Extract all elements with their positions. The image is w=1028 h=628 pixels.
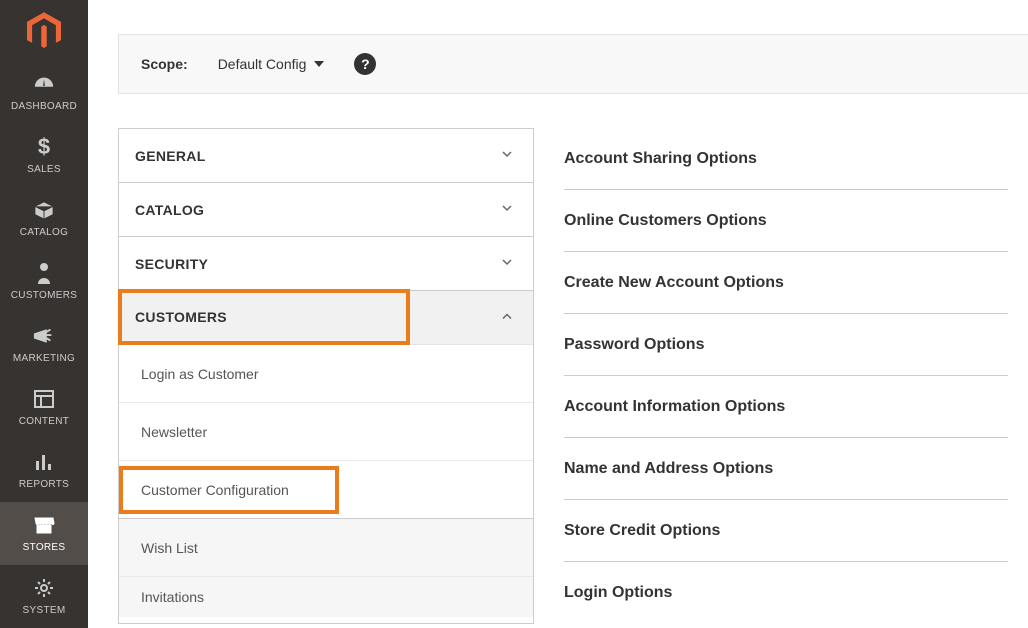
config-section-security[interactable]: SECURITY <box>119 237 533 291</box>
chart-icon <box>4 449 84 475</box>
setting-group-title: Password Options <box>564 336 704 354</box>
setting-group-name-address[interactable]: Name and Address Options <box>564 438 1008 500</box>
magento-logo[interactable] <box>0 0 88 61</box>
highlight-customers: CUSTOMERS <box>118 289 410 345</box>
setting-group-account-information[interactable]: Account Information Options <box>564 376 1008 438</box>
setting-group-title: Account Information Options <box>564 398 785 416</box>
sidebar-item-system[interactable]: SYSTEM <box>0 565 88 628</box>
config-navigation: GENERAL CATALOG SECURITY CUSTOMERS Login <box>118 128 534 624</box>
sidebar-item-label: REPORTS <box>4 479 84 490</box>
highlight-customer-configuration: Customer Configuration <box>119 466 339 514</box>
sidebar-item-marketing[interactable]: MARKETING <box>0 313 88 376</box>
scope-label: Scope: <box>141 56 188 72</box>
scope-value: Default Config <box>218 56 307 72</box>
sidebar-item-catalog[interactable]: CATALOG <box>0 187 88 250</box>
chevron-down-icon <box>499 254 515 273</box>
sub-item-label: Login as Customer <box>141 366 259 382</box>
gear-icon <box>4 575 84 601</box>
dollar-icon: $ <box>4 134 84 160</box>
sidebar-item-dashboard[interactable]: DASHBOARD <box>0 61 88 124</box>
setting-group-password[interactable]: Password Options <box>564 314 1008 376</box>
sidebar-item-label: CONTENT <box>4 416 84 427</box>
setting-group-create-new-account[interactable]: Create New Account Options <box>564 252 1008 314</box>
sidebar-item-label: CUSTOMERS <box>4 290 84 301</box>
setting-group-title: Name and Address Options <box>564 460 773 478</box>
sub-item-label: Invitations <box>141 589 204 605</box>
sidebar-item-stores[interactable]: STORES <box>0 502 88 565</box>
admin-sidebar: DASHBOARD $ SALES CATALOG CUSTOMERS MARK… <box>0 0 88 628</box>
chevron-up-icon <box>499 308 515 327</box>
caret-down-icon <box>314 61 324 67</box>
chevron-down-icon <box>499 146 515 165</box>
sidebar-item-label: SYSTEM <box>4 605 84 616</box>
config-section-catalog[interactable]: CATALOG <box>119 183 533 237</box>
sidebar-item-content[interactable]: CONTENT <box>0 376 88 439</box>
setting-group-login[interactable]: Login Options <box>564 562 1008 624</box>
setting-group-online-customers[interactable]: Online Customers Options <box>564 190 1008 252</box>
setting-group-title: Store Credit Options <box>564 522 720 540</box>
box-icon <box>4 197 84 223</box>
setting-group-store-credit[interactable]: Store Credit Options <box>564 500 1008 562</box>
setting-group-title: Login Options <box>564 584 672 602</box>
sidebar-item-customers[interactable]: CUSTOMERS <box>0 250 88 313</box>
section-title: GENERAL <box>135 148 206 164</box>
sidebar-item-label: SALES <box>4 164 84 175</box>
setting-group-title: Online Customers Options <box>564 212 767 230</box>
sidebar-item-label: CATALOG <box>4 227 84 238</box>
sub-item-label: Newsletter <box>141 424 207 440</box>
sidebar-item-label: DASHBOARD <box>4 101 84 112</box>
scope-select[interactable]: Default Config <box>218 56 325 72</box>
sidebar-item-label: STORES <box>4 542 84 553</box>
config-section-general[interactable]: GENERAL <box>119 129 533 183</box>
chevron-down-icon <box>499 200 515 219</box>
person-icon <box>4 260 84 286</box>
sub-item-newsletter[interactable]: Newsletter <box>119 403 533 461</box>
sub-item-customer-configuration[interactable]: Customer Configuration <box>119 461 533 519</box>
setting-group-account-sharing[interactable]: Account Sharing Options <box>564 128 1008 190</box>
dashboard-icon <box>4 71 84 97</box>
section-title: CUSTOMERS <box>135 309 227 325</box>
section-title: SECURITY <box>135 256 208 272</box>
scope-bar: Scope: Default Config ? <box>118 34 1028 94</box>
sub-item-label: Wish List <box>141 540 198 556</box>
settings-groups: Account Sharing Options Online Customers… <box>564 128 1028 624</box>
sidebar-item-label: MARKETING <box>4 353 84 364</box>
layout-icon <box>4 386 84 412</box>
config-section-customers[interactable]: CUSTOMERS <box>119 291 533 345</box>
sub-item-label: Customer Configuration <box>141 482 289 498</box>
section-title: CATALOG <box>135 202 204 218</box>
megaphone-icon <box>4 323 84 349</box>
sidebar-item-reports[interactable]: REPORTS <box>0 439 88 502</box>
sub-item-login-as-customer[interactable]: Login as Customer <box>119 345 533 403</box>
customers-sub-list: Login as Customer Newsletter Customer Co… <box>119 345 533 617</box>
sub-item-wish-list[interactable]: Wish List <box>119 519 533 577</box>
help-icon[interactable]: ? <box>354 53 376 75</box>
store-icon <box>4 512 84 538</box>
magento-logo-icon <box>27 12 61 50</box>
setting-group-title: Create New Account Options <box>564 274 784 292</box>
sidebar-item-sales[interactable]: $ SALES <box>0 124 88 187</box>
setting-group-title: Account Sharing Options <box>564 150 757 168</box>
sub-item-invitations[interactable]: Invitations <box>119 577 533 617</box>
main-content: Scope: Default Config ? GENERAL CATALOG … <box>88 0 1028 628</box>
